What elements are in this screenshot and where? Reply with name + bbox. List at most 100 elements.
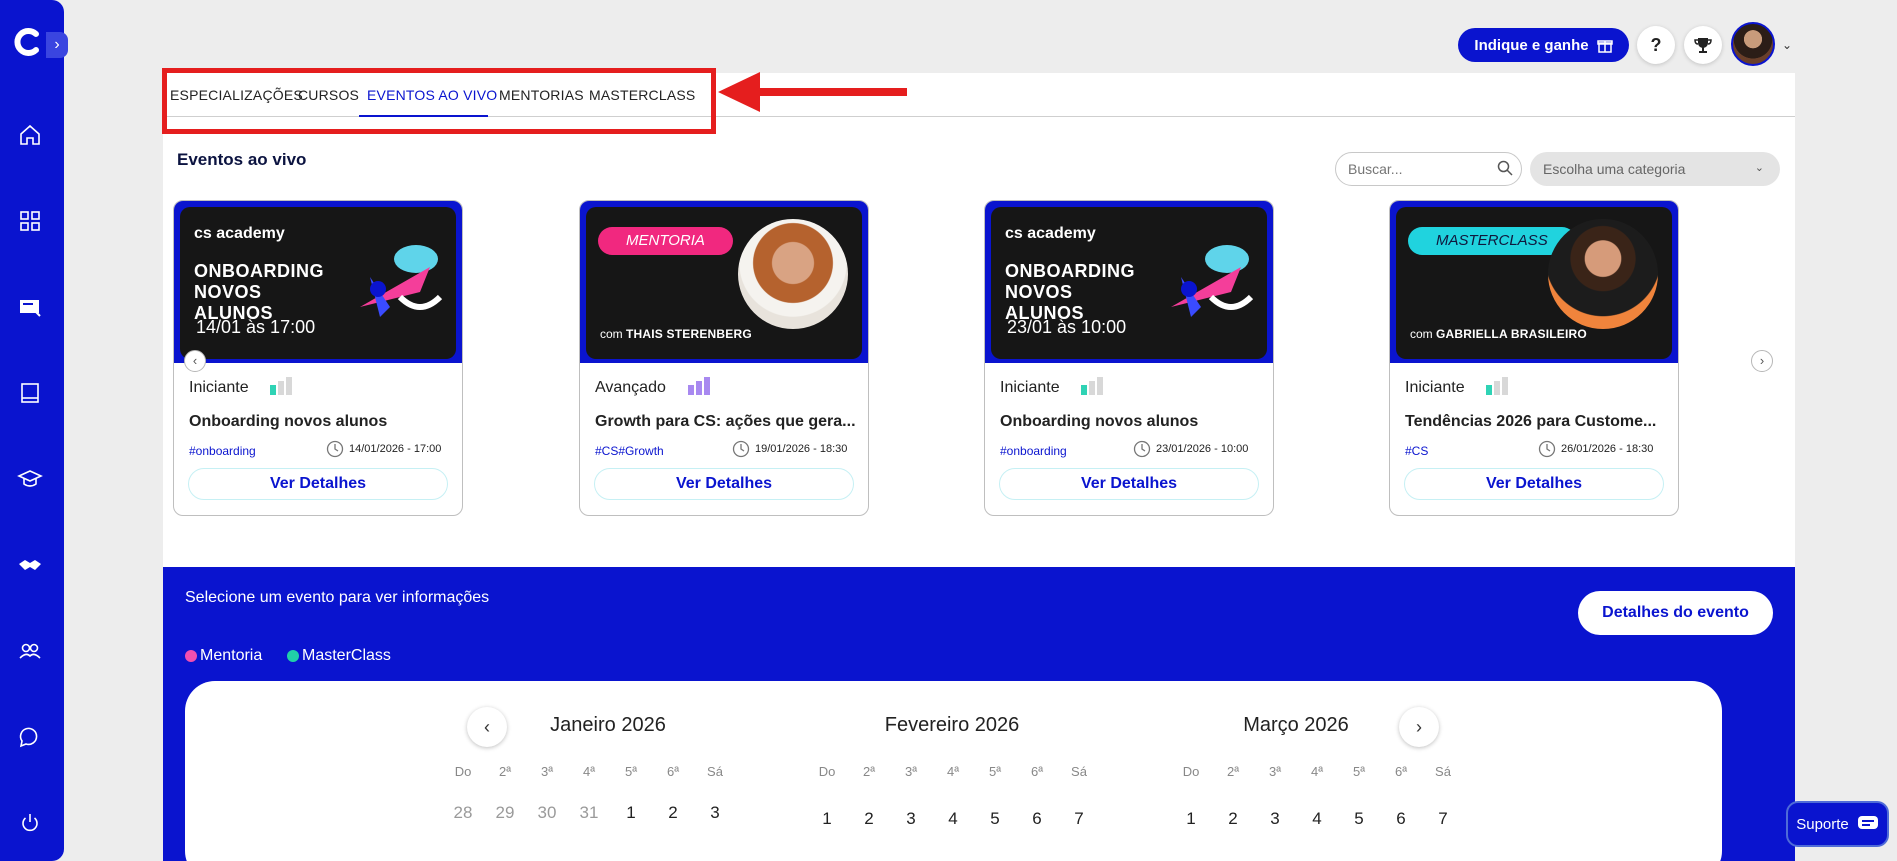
calendar-day[interactable]: 5 <box>980 809 1010 829</box>
event-date: 14/01/2026 - 17:00 <box>349 443 442 455</box>
event-banner: cs academy ONBOARDING NOVOS ALUNOS 23/01… <box>985 201 1273 363</box>
host-label: com GABRIELLA BRASILEIRO <box>1410 327 1587 341</box>
calendar-day[interactable]: 6 <box>1022 809 1052 829</box>
graduation-cap-icon[interactable] <box>17 466 43 492</box>
category-select[interactable]: Escolha uma categoria ⌄ <box>1530 152 1780 186</box>
level-label: Iniciante <box>1405 379 1465 396</box>
event-date: 23/01/2026 - 10:00 <box>1156 443 1249 455</box>
event-tag[interactable]: #onboarding <box>1000 444 1067 458</box>
calendar-day[interactable]: 5 <box>1344 809 1374 829</box>
help-button[interactable]: ? <box>1637 26 1675 64</box>
weekday-label: 3ª <box>540 764 554 779</box>
calendar-day[interactable]: 1 <box>812 809 842 829</box>
community-icon[interactable] <box>17 638 43 664</box>
weekday-label: 4ª <box>582 764 596 779</box>
calendar-day[interactable]: 2 <box>1218 809 1248 829</box>
event-banner-image: MENTORIA com THAIS STERENBERG <box>586 207 862 359</box>
calendar-day[interactable]: 1 <box>616 803 646 823</box>
chevron-down-icon[interactable]: ⌄ <box>1782 38 1792 52</box>
annotation-arrow-icon <box>718 72 907 112</box>
handshake-icon[interactable] <box>17 552 43 578</box>
support-button[interactable]: Suporte <box>1786 801 1889 847</box>
calendar-day[interactable]: 31 <box>574 803 604 823</box>
event-date: 19/01/2026 - 18:30 <box>755 443 848 455</box>
category-pill: MENTORIA <box>598 227 733 255</box>
view-details-button[interactable]: Ver Detalhes <box>188 468 448 500</box>
calendar-day[interactable]: 3 <box>896 809 926 829</box>
event-banner: MENTORIA com THAIS STERENBERG <box>580 201 868 363</box>
calendar-day[interactable]: 7 <box>1428 809 1458 829</box>
event-tag[interactable]: #CS#Growth <box>595 444 664 458</box>
calendar-day[interactable]: 3 <box>700 803 730 823</box>
weekday-label: 2ª <box>862 764 876 779</box>
banner-datetime: 23/01 às 10:00 <box>1007 317 1127 337</box>
power-icon[interactable] <box>17 810 43 836</box>
event-tag[interactable]: #CS <box>1405 444 1428 458</box>
calendar-day[interactable]: 6 <box>1386 809 1416 829</box>
event-card[interactable]: cs academy ONBOARDING NOVOS ALUNOS 23/01… <box>984 200 1274 516</box>
weekday-label: 6ª <box>1394 764 1408 779</box>
level-label: Iniciante <box>189 379 249 396</box>
calendar-hint: Selecione um evento para ver informações <box>185 589 490 606</box>
home-icon[interactable] <box>17 122 43 148</box>
event-title: Growth para CS: ações que gera... <box>595 413 856 430</box>
calendar-day[interactable]: 28 <box>448 803 478 823</box>
refer-and-earn-button[interactable]: Indique e ganhe <box>1458 28 1629 62</box>
legend-masterclass: MasterClass <box>287 647 391 665</box>
search-input[interactable] <box>1335 152 1522 186</box>
weekday-label: Sá <box>707 764 723 779</box>
weekday-label: 5ª <box>624 764 638 779</box>
legend-label: Mentoria <box>200 647 263 664</box>
trophy-icon <box>1694 38 1712 53</box>
calendar-day[interactable]: 4 <box>938 809 968 829</box>
calendar-day[interactable]: 4 <box>1302 809 1332 829</box>
host-portrait <box>1548 219 1658 329</box>
notebook-icon[interactable] <box>17 380 43 406</box>
event-banner-image: cs academy ONBOARDING NOVOS ALUNOS 23/01… <box>991 207 1267 359</box>
calendar-day[interactable]: 2 <box>658 803 688 823</box>
view-details-button[interactable]: Ver Detalhes <box>594 468 854 500</box>
brand-label: cs academy <box>1005 225 1096 242</box>
calendar-day[interactable]: 30 <box>532 803 562 823</box>
weekday-label: 4ª <box>1310 764 1324 779</box>
calendar-day[interactable]: 7 <box>1064 809 1094 829</box>
level-label: Iniciante <box>1000 379 1060 396</box>
event-details-button[interactable]: Detalhes do evento <box>1578 591 1773 635</box>
weekday-label: 3ª <box>1268 764 1282 779</box>
carousel-prev-button[interactable]: ‹ <box>184 350 206 372</box>
banner-title: ONBOARDING NOVOS ALUNOS <box>194 261 324 323</box>
calendar-day[interactable]: 2 <box>854 809 884 829</box>
event-tag[interactable]: #onboarding <box>189 444 256 458</box>
event-banner-image: MASTERCLASS com GABRIELLA BRASILEIRO <box>1396 207 1672 359</box>
month-title: Março 2026 <box>1243 714 1349 736</box>
event-title: Onboarding novos alunos <box>1000 413 1199 430</box>
live-events-icon[interactable] <box>17 294 43 320</box>
event-card[interactable]: MENTORIA com THAIS STERENBERG Avançado G… <box>579 200 869 516</box>
illustration-icon <box>360 245 443 317</box>
dashboard-icon[interactable] <box>17 208 43 234</box>
sidebar-toggle-button[interactable]: › <box>46 32 68 58</box>
weekday-label: Do <box>454 764 472 779</box>
section-title: Eventos ao vivo <box>177 150 307 169</box>
app-logo[interactable] <box>14 26 46 58</box>
event-card[interactable]: MASTERCLASS com GABRIELLA BRASILEIRO Ini… <box>1389 200 1679 516</box>
calendar-day[interactable]: 3 <box>1260 809 1290 829</box>
weekday-label: Sá <box>1071 764 1087 779</box>
support-label: Suporte <box>1796 815 1849 833</box>
weekday-label: 5ª <box>988 764 1002 779</box>
view-details-button[interactable]: Ver Detalhes <box>999 468 1259 500</box>
weekday-label: 6ª <box>1030 764 1044 779</box>
user-avatar[interactable] <box>1731 22 1775 66</box>
view-details-button[interactable]: Ver Detalhes <box>1404 468 1664 500</box>
level-label: Avançado <box>595 379 666 396</box>
host-portrait <box>738 219 848 329</box>
event-card[interactable]: cs academy ONBOARDING NOVOS ALUNOS 14/01… <box>173 200 463 516</box>
trophy-button[interactable] <box>1684 26 1722 64</box>
clock-icon <box>1538 440 1556 458</box>
carousel-next-button[interactable]: › <box>1751 350 1773 372</box>
level-bars-icon <box>1486 377 1508 395</box>
calendar-day[interactable]: 29 <box>490 803 520 823</box>
calendar-day[interactable]: 1 <box>1176 809 1206 829</box>
chat-icon[interactable] <box>17 724 43 750</box>
clock-icon <box>1133 440 1151 458</box>
